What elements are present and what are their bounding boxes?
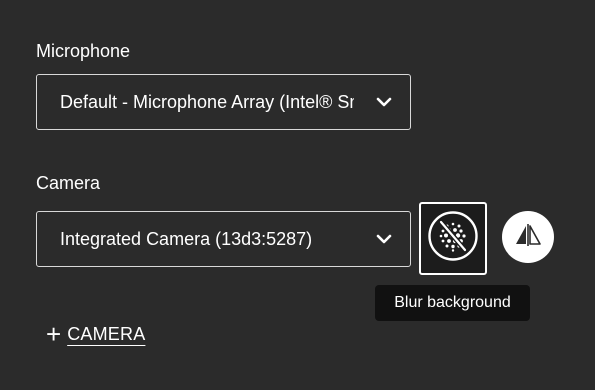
mirror-video-icon <box>514 223 542 252</box>
blur-background-tooltip: Blur background <box>375 285 530 321</box>
blur-background-icon <box>427 210 479 267</box>
camera-select[interactable]: Integrated Camera (13d3:5287) <box>36 211 411 267</box>
chevron-down-icon <box>376 96 392 108</box>
microphone-select-value: Default - Microphone Array (Intel® Smart… <box>60 91 354 112</box>
microphone-label: Microphone <box>36 41 131 61</box>
add-camera-button[interactable]: + CAMERA <box>46 321 145 347</box>
camera-label: Camera <box>36 173 101 193</box>
blur-background-button[interactable] <box>419 202 487 275</box>
device-settings-panel: Microphone Default - Microphone Array (I… <box>0 0 595 390</box>
mirror-video-button[interactable] <box>502 211 554 263</box>
plus-icon: + <box>46 319 62 349</box>
chevron-down-icon <box>376 233 392 245</box>
camera-select-value: Integrated Camera (13d3:5287) <box>60 228 313 249</box>
microphone-select[interactable]: Default - Microphone Array (Intel® Smart… <box>36 74 411 130</box>
add-camera-label: CAMERA <box>67 323 146 344</box>
